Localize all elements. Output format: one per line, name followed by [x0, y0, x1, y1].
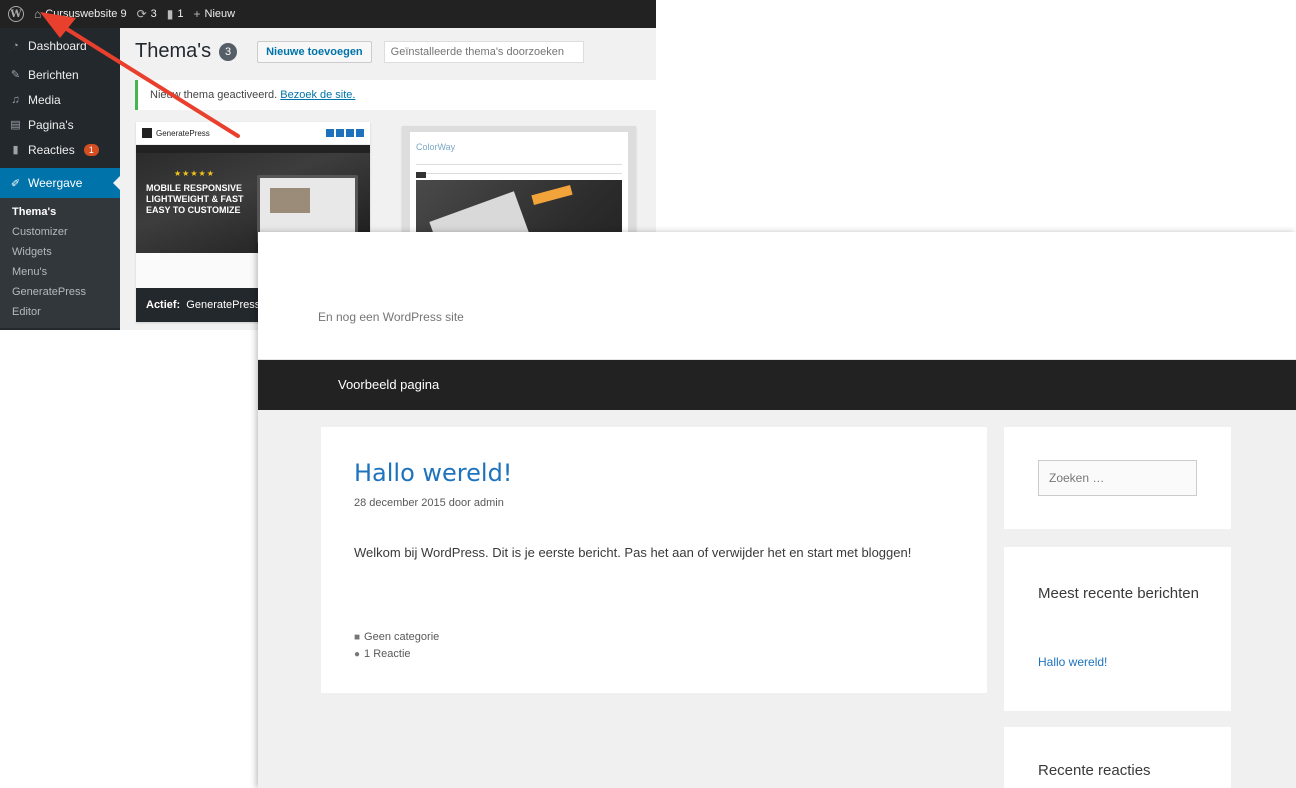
widget-title: Recente reacties: [1038, 762, 1151, 779]
hero-line: MOBILE RESPONSIVE: [146, 183, 243, 193]
theme-activated-notice: Nieuw thema geactiveerd. Bezoek de site.: [135, 80, 656, 110]
menu-item-dashboard[interactable]: ◔ Dashboard: [0, 33, 120, 58]
admin-sidebar-menu: ◔ Dashboard ✎ Berichten ♫ Media ▤ Pagina…: [0, 28, 120, 330]
site-tagline: En nog een WordPress site: [318, 310, 464, 324]
hero-text: MOBILE RESPONSIVE LIGHTWEIGHT & FAST EAS…: [146, 183, 244, 216]
admin-bar-new[interactable]: + Nieuw: [194, 7, 236, 21]
admin-bar: W ⌂ Cursuswebsite 9 ⟳ 3 ▮ 1 + Nieuw: [0, 0, 656, 28]
recent-comments-widget: Recente reacties: [1004, 727, 1231, 788]
folder-icon: ■: [354, 632, 361, 643]
submenu-item-generatepress[interactable]: GeneratePress: [0, 282, 120, 302]
menu-item-label: Reacties: [28, 142, 75, 157]
recent-posts-widget: Meest recente berichten Hallo wereld!: [1004, 547, 1231, 711]
menu-item-pages[interactable]: ▤ Pagina's: [0, 112, 120, 137]
social-icons: [326, 129, 364, 137]
menu-item-label: Dashboard: [28, 38, 87, 53]
updates-icon: ⟳: [136, 7, 147, 21]
menu-item-label: Berichten: [28, 67, 79, 82]
menu-item-label: Media: [28, 92, 61, 107]
submenu-item-widgets[interactable]: Widgets: [0, 242, 120, 262]
comments-label: 1 Reactie: [364, 648, 411, 660]
pin-icon: ✎: [10, 69, 21, 81]
theme-screenshot-header: GeneratePress: [136, 122, 370, 145]
submenu-item-customizer[interactable]: Customizer: [0, 222, 120, 242]
admin-bar-updates[interactable]: ⟳ 3: [137, 7, 157, 21]
dashboard-icon: ◔: [12, 39, 19, 52]
theme-screenshot-title: ColorWay: [416, 142, 456, 152]
site-preview-window: En nog een WordPress site Voorbeeld pagi…: [258, 232, 1296, 788]
menu-item-label: Pagina's: [28, 117, 74, 132]
submenu-item-menus[interactable]: Menu's: [0, 262, 120, 282]
comments-badge: 1: [83, 143, 99, 156]
comment-icon: ▮: [12, 144, 19, 156]
appearance-icon: ✐: [10, 177, 21, 190]
nav-item-sample-page[interactable]: Voorbeeld pagina: [338, 360, 439, 410]
post-category[interactable]: ■ Geen categorie: [354, 629, 439, 646]
menu-item-media[interactable]: ♫ Media: [0, 87, 120, 112]
active-prefix: Actief:: [146, 299, 181, 311]
category-label: Geen categorie: [364, 631, 440, 643]
home-icon: ⌂: [34, 7, 42, 21]
menu-item-label: Weergave: [28, 176, 83, 190]
notice-text: Nieuw thema geactiveerd.: [150, 89, 278, 101]
post-article: Hallo wereld! 28 december 2015 door admi…: [321, 427, 987, 693]
site-name: Cursuswebsite 9: [45, 8, 127, 20]
rating-stars: ★★★★★: [174, 169, 215, 178]
hero-line: LIGHTWEIGHT & FAST: [146, 194, 244, 204]
theme-screenshot-nav: [136, 145, 370, 153]
theme-logo-text: GeneratePress: [156, 128, 210, 138]
comment-icon: ●: [354, 649, 361, 660]
site-search-input[interactable]: Zoeken …: [1038, 460, 1197, 496]
search-widget: Zoeken …: [1004, 427, 1231, 529]
theme-search-input[interactable]: [383, 40, 584, 63]
menu-item-comments[interactable]: ▮ Reacties 1: [0, 137, 120, 162]
submenu-item-themes[interactable]: Thema's: [0, 202, 120, 222]
post-meta: 28 december 2015 door admin: [354, 497, 504, 509]
admin-bar-comments[interactable]: ▮ 1: [167, 7, 184, 21]
site-header: En nog een WordPress site: [258, 232, 1296, 360]
visit-site-link[interactable]: Bezoek de site.: [280, 89, 355, 101]
page-title: Thema's: [135, 40, 212, 62]
add-new-theme-button[interactable]: Nieuwe toevoegen: [257, 40, 372, 63]
new-label: Nieuw: [204, 8, 236, 20]
site-navigation: Voorbeeld pagina: [258, 360, 1296, 410]
updates-count: 3: [150, 8, 157, 20]
appearance-submenu: Thema's Customizer Widgets Menu's Genera…: [0, 198, 120, 328]
active-theme-name: GeneratePress: [186, 299, 261, 311]
comment-icon: ▮: [166, 7, 174, 21]
post-comments-link[interactable]: ● 1 Reactie: [354, 646, 439, 663]
submenu-item-editor[interactable]: Editor: [0, 302, 120, 322]
page-title-row: Thema's 3 Nieuwe toevoegen: [135, 40, 584, 63]
recent-post-link[interactable]: Hallo wereld!: [1038, 655, 1107, 669]
theme-count-badge: 3: [219, 42, 238, 61]
menu-item-posts[interactable]: ✎ Berichten: [0, 62, 120, 87]
page-icon: ▤: [10, 119, 21, 131]
media-icon: ♫: [11, 93, 20, 106]
menu-item-appearance[interactable]: ✐ Weergave: [0, 168, 120, 198]
plus-icon: +: [193, 7, 201, 21]
wordpress-logo-icon[interactable]: W: [8, 6, 24, 22]
post-content: Welkom bij WordPress. Dit is je eerste b…: [354, 545, 912, 560]
comments-count: 1: [177, 8, 184, 20]
widget-title: Meest recente berichten: [1038, 585, 1199, 602]
admin-bar-site-link[interactable]: ⌂ Cursuswebsite 9: [34, 7, 127, 21]
post-title[interactable]: Hallo wereld!: [354, 459, 512, 487]
theme-screenshot-nav: [416, 164, 622, 178]
hero-line: EASY TO CUSTOMIZE: [146, 205, 241, 215]
generatepress-logo-icon: [142, 128, 152, 138]
post-footer: ■ Geen categorie ● 1 Reactie: [354, 629, 439, 663]
